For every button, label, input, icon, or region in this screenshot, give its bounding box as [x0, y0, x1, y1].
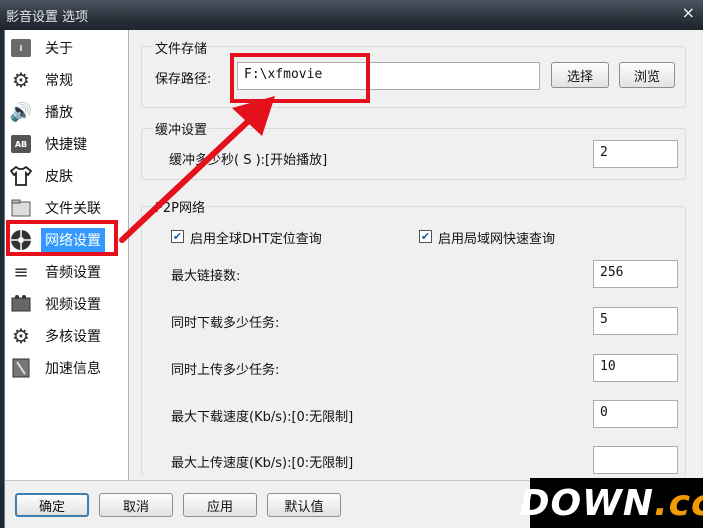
sidebar-item-multicore[interactable]: ⚙ 多核设置: [9, 322, 127, 350]
max-download-speed-label: 最大下载速度(Kb/s):[0:无限制]: [171, 410, 354, 425]
select-button[interactable]: 选择: [551, 62, 609, 88]
sidebar-item-network[interactable]: 网络设置: [9, 226, 127, 254]
watermark-cc: cc: [668, 482, 703, 524]
sidebar-item-skin[interactable]: 皮肤: [9, 162, 127, 190]
max-upload-speed-input[interactable]: [593, 446, 678, 474]
cancel-button[interactable]: 取消: [99, 493, 173, 517]
buffer-seconds-label: 缓冲多少秒( S ):[开始播放]: [169, 153, 328, 168]
sidebar-item-file-association[interactable]: 文件关联: [9, 194, 127, 222]
network-icon: [9, 229, 33, 251]
sidebar-item-label: 视频设置: [45, 297, 101, 313]
sidebar-item-about[interactable]: i 关于: [9, 34, 127, 62]
sidebar-item-label: 关于: [45, 41, 73, 57]
window-title: 影音设置 选项: [6, 10, 89, 25]
upload-tasks-input[interactable]: 10: [593, 354, 678, 382]
sidebar-item-video[interactable]: 视频设置: [9, 290, 127, 318]
save-path-label: 保存路径:: [155, 72, 212, 87]
sidebar-item-label: 文件关联: [45, 201, 101, 217]
sidebar-item-label: 常规: [45, 73, 73, 89]
sidebar-item-accelerate[interactable]: 加速信息: [9, 354, 127, 382]
sidebar-item-label: 快捷键: [45, 137, 87, 153]
ok-button[interactable]: 确定: [15, 493, 89, 517]
close-icon[interactable]: ×: [682, 3, 695, 22]
content-panel: 文件存储 保存路径: F:\xfmovie 选择 浏览 缓冲设置 缓冲多少秒( …: [133, 30, 699, 480]
sidebar-item-label: 音频设置: [45, 265, 101, 281]
keyboard-icon: AB: [9, 133, 33, 155]
dht-label: 启用全球DHT定位查询: [190, 232, 322, 247]
lan-checkbox[interactable]: ✔: [419, 230, 432, 243]
sidebar-item-playback[interactable]: 🔊 播放: [9, 98, 127, 126]
save-path-input[interactable]: F:\xfmovie: [237, 62, 540, 90]
sidebar-item-audio[interactable]: ≡ 音频设置: [9, 258, 127, 286]
max-download-speed-input[interactable]: 0: [593, 400, 678, 428]
sidebar-item-label: 加速信息: [45, 361, 101, 377]
video-icon: [9, 293, 33, 315]
max-links-input[interactable]: 256: [593, 260, 678, 288]
sidebar: i 关于 ⚙ 常规 🔊 播放 AB 快捷键 皮肤 文件关联 网络设置 ≡ 音频设…: [5, 30, 129, 480]
max-upload-speed-label: 最大上传速度(Kb/s):[0:无限制]: [171, 456, 354, 471]
tshirt-icon: [9, 165, 33, 187]
upload-tasks-label: 同时上传多少任务:: [171, 363, 280, 378]
download-tasks-input[interactable]: 5: [593, 307, 678, 335]
sidebar-item-label: 皮肤: [45, 169, 73, 185]
max-links-label: 最大链接数:: [171, 269, 241, 284]
speaker-icon: 🔊: [9, 101, 33, 123]
audio-icon: ≡: [13, 261, 29, 283]
sidebar-item-general[interactable]: ⚙ 常规: [9, 66, 127, 94]
settings-dialog: i 关于 ⚙ 常规 🔊 播放 AB 快捷键 皮肤 文件关联 网络设置 ≡ 音频设…: [4, 30, 703, 528]
watermark-logo: DOWN.cc: [520, 478, 703, 528]
browse-button[interactable]: 浏览: [619, 62, 675, 88]
dht-checkbox[interactable]: ✔: [171, 230, 184, 243]
lan-label: 启用局域网快速查询: [438, 232, 556, 247]
watermark-down: DOWN: [519, 482, 654, 524]
buffer-title: 缓冲设置: [153, 119, 210, 138]
accelerate-icon: [9, 357, 33, 379]
apply-button[interactable]: 应用: [183, 493, 257, 517]
sidebar-item-label: 播放: [45, 105, 73, 121]
gear-icon: ⚙: [12, 68, 30, 92]
p2p-title: P2P网络: [153, 197, 207, 216]
default-button[interactable]: 默认值: [267, 493, 341, 517]
buffer-seconds-input[interactable]: 2: [593, 140, 678, 168]
download-tasks-label: 同时下载多少任务:: [171, 316, 280, 331]
sidebar-item-label: 网络设置: [41, 228, 105, 252]
sidebar-item-label: 多核设置: [45, 329, 101, 345]
file-storage-title: 文件存储: [153, 38, 210, 57]
title-bar: 影音设置 选项 ×: [0, 0, 703, 30]
sidebar-item-hotkeys[interactable]: AB 快捷键: [9, 130, 127, 158]
watermark-dot: .: [653, 482, 669, 524]
info-icon: i: [9, 37, 33, 59]
folder-icon: [9, 197, 33, 219]
multicore-icon: ⚙: [12, 324, 30, 348]
